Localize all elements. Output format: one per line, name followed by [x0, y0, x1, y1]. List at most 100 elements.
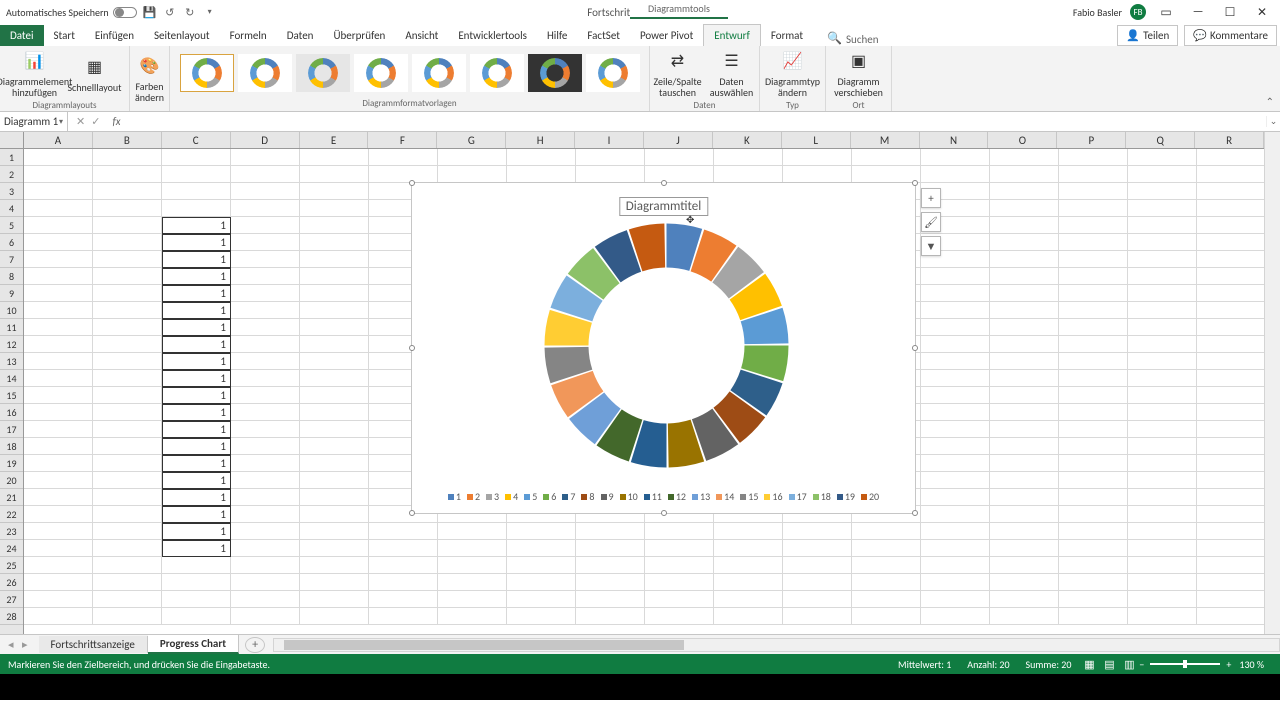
col-header[interactable]: K [713, 132, 782, 148]
tab-design[interactable]: Entwurf [703, 24, 761, 46]
data-cell[interactable]: 1 [162, 455, 231, 472]
sheet-nav[interactable]: ◂ ▸ [0, 638, 39, 651]
data-cell[interactable]: 1 [162, 285, 231, 302]
search-label[interactable]: Suchen [846, 33, 879, 46]
chart-style-thumb[interactable] [528, 54, 582, 92]
chart-style-thumb[interactable] [470, 54, 524, 92]
search-icon[interactable]: 🔍 [827, 31, 842, 46]
chart-style-thumb[interactable] [586, 54, 640, 92]
page-layout-view-icon[interactable]: ▤ [1099, 658, 1119, 671]
col-header[interactable]: C [162, 132, 231, 148]
row-header[interactable]: 28 [0, 608, 23, 625]
add-chart-element-button[interactable]: 📊 Diagrammelement hinzufügen [7, 48, 63, 100]
tab-review[interactable]: Überprüfen [323, 25, 395, 46]
tab-file[interactable]: Datei [0, 25, 44, 46]
legend-item[interactable]: 13 [692, 490, 710, 503]
tab-page-layout[interactable]: Seitenlayout [144, 25, 220, 46]
row-header[interactable]: 3 [0, 183, 23, 200]
formula-input[interactable] [121, 112, 1266, 131]
horizontal-scrollbar[interactable] [273, 638, 1280, 652]
data-cell[interactable]: 1 [162, 319, 231, 336]
row-header[interactable]: 17 [0, 421, 23, 438]
row-header[interactable]: 20 [0, 472, 23, 489]
col-header[interactable]: G [437, 132, 506, 148]
zoom-level[interactable]: 130 % [1239, 658, 1264, 671]
zoom-out-icon[interactable]: − [1139, 658, 1144, 671]
zoom-in-icon[interactable]: + [1226, 658, 1231, 671]
row-header[interactable]: 18 [0, 438, 23, 455]
ribbon-options-icon[interactable]: ▭ [1154, 5, 1178, 20]
move-chart-button[interactable]: ▣ Diagramm verschieben [831, 48, 887, 100]
add-sheet-button[interactable]: + [245, 637, 265, 653]
col-header[interactable]: O [988, 132, 1057, 148]
data-cell[interactable]: 1 [162, 302, 231, 319]
normal-view-icon[interactable]: ▦ [1079, 658, 1099, 671]
tab-formulas[interactable]: Formeln [220, 25, 277, 46]
vertical-scrollbar[interactable] [1264, 132, 1280, 634]
chart-object[interactable]: Diagrammtitel ✥ 123456789101112131415161… [411, 182, 916, 514]
col-header[interactable]: M [851, 132, 920, 148]
row-header[interactable]: 16 [0, 404, 23, 421]
col-header[interactable]: R [1195, 132, 1264, 148]
row-header[interactable]: 25 [0, 557, 23, 574]
doughnut-chart[interactable] [544, 223, 789, 468]
row-header[interactable]: 11 [0, 319, 23, 336]
row-header[interactable]: 12 [0, 336, 23, 353]
zoom-slider[interactable] [1150, 663, 1220, 665]
legend-item[interactable]: 9 [601, 490, 614, 503]
user-name[interactable]: Fabio Basler [1073, 6, 1122, 19]
data-cell[interactable]: 1 [162, 438, 231, 455]
data-cell[interactable]: 1 [162, 540, 231, 557]
tab-insert[interactable]: Einfügen [85, 25, 144, 46]
col-header[interactable]: A [24, 132, 93, 148]
row-header[interactable]: 5 [0, 217, 23, 234]
row-header[interactable]: 1 [0, 149, 23, 166]
tab-data[interactable]: Daten [277, 25, 324, 46]
row-header[interactable]: 14 [0, 370, 23, 387]
row-header[interactable]: 27 [0, 591, 23, 608]
chart-style-thumb[interactable] [412, 54, 466, 92]
customize-qat-icon[interactable]: ▾ [203, 5, 217, 19]
chart-style-thumb[interactable] [180, 54, 234, 92]
row-header[interactable]: 9 [0, 285, 23, 302]
row-header[interactable]: 8 [0, 268, 23, 285]
sheet-tab-2[interactable]: Progress Chart [148, 635, 239, 654]
minimize-icon[interactable]: — [1186, 5, 1210, 19]
legend-item[interactable]: 16 [764, 490, 782, 503]
enter-formula-icon[interactable]: ✓ [91, 115, 100, 128]
comments-button[interactable]: 💬Kommentare [1184, 25, 1277, 46]
fx-icon[interactable]: fx [112, 115, 120, 128]
expand-formula-bar-icon[interactable]: ⌄ [1266, 116, 1280, 127]
chart-title[interactable]: Diagrammtitel [619, 197, 708, 216]
col-header[interactable]: I [575, 132, 644, 148]
data-cell[interactable]: 1 [162, 404, 231, 421]
chart-style-thumb[interactable] [354, 54, 408, 92]
quick-layout-button[interactable]: ▦ Schnelllayout [67, 54, 123, 95]
legend-item[interactable]: 2 [467, 490, 480, 503]
row-header[interactable]: 24 [0, 540, 23, 557]
legend-item[interactable]: 5 [524, 490, 537, 503]
legend-item[interactable]: 18 [813, 490, 831, 503]
legend-item[interactable]: 14 [716, 490, 734, 503]
row-header[interactable]: 4 [0, 200, 23, 217]
chart-filters-button[interactable]: ▼ [921, 236, 941, 256]
tab-powerpivot[interactable]: Power Pivot [630, 25, 703, 46]
legend-item[interactable]: 3 [486, 490, 499, 503]
chart-style-thumb[interactable] [238, 54, 292, 92]
legend-item[interactable]: 4 [505, 490, 518, 503]
tab-start[interactable]: Start [44, 25, 85, 46]
row-header[interactable]: 15 [0, 387, 23, 404]
row-header[interactable]: 23 [0, 523, 23, 540]
legend-item[interactable]: 15 [740, 490, 758, 503]
chart-legend[interactable]: 1234567891011121314151617181920 [412, 490, 915, 504]
col-header[interactable]: F [368, 132, 437, 148]
collapse-ribbon-icon[interactable]: ⌃ [1266, 95, 1274, 108]
data-cell[interactable]: 1 [162, 387, 231, 404]
undo-icon[interactable]: ↺ [163, 5, 177, 19]
col-header[interactable]: P [1057, 132, 1126, 148]
data-cell[interactable]: 1 [162, 268, 231, 285]
legend-item[interactable]: 11 [644, 490, 662, 503]
data-cell[interactable]: 1 [162, 217, 231, 234]
select-all-cell[interactable] [0, 132, 24, 149]
data-cell[interactable]: 1 [162, 472, 231, 489]
